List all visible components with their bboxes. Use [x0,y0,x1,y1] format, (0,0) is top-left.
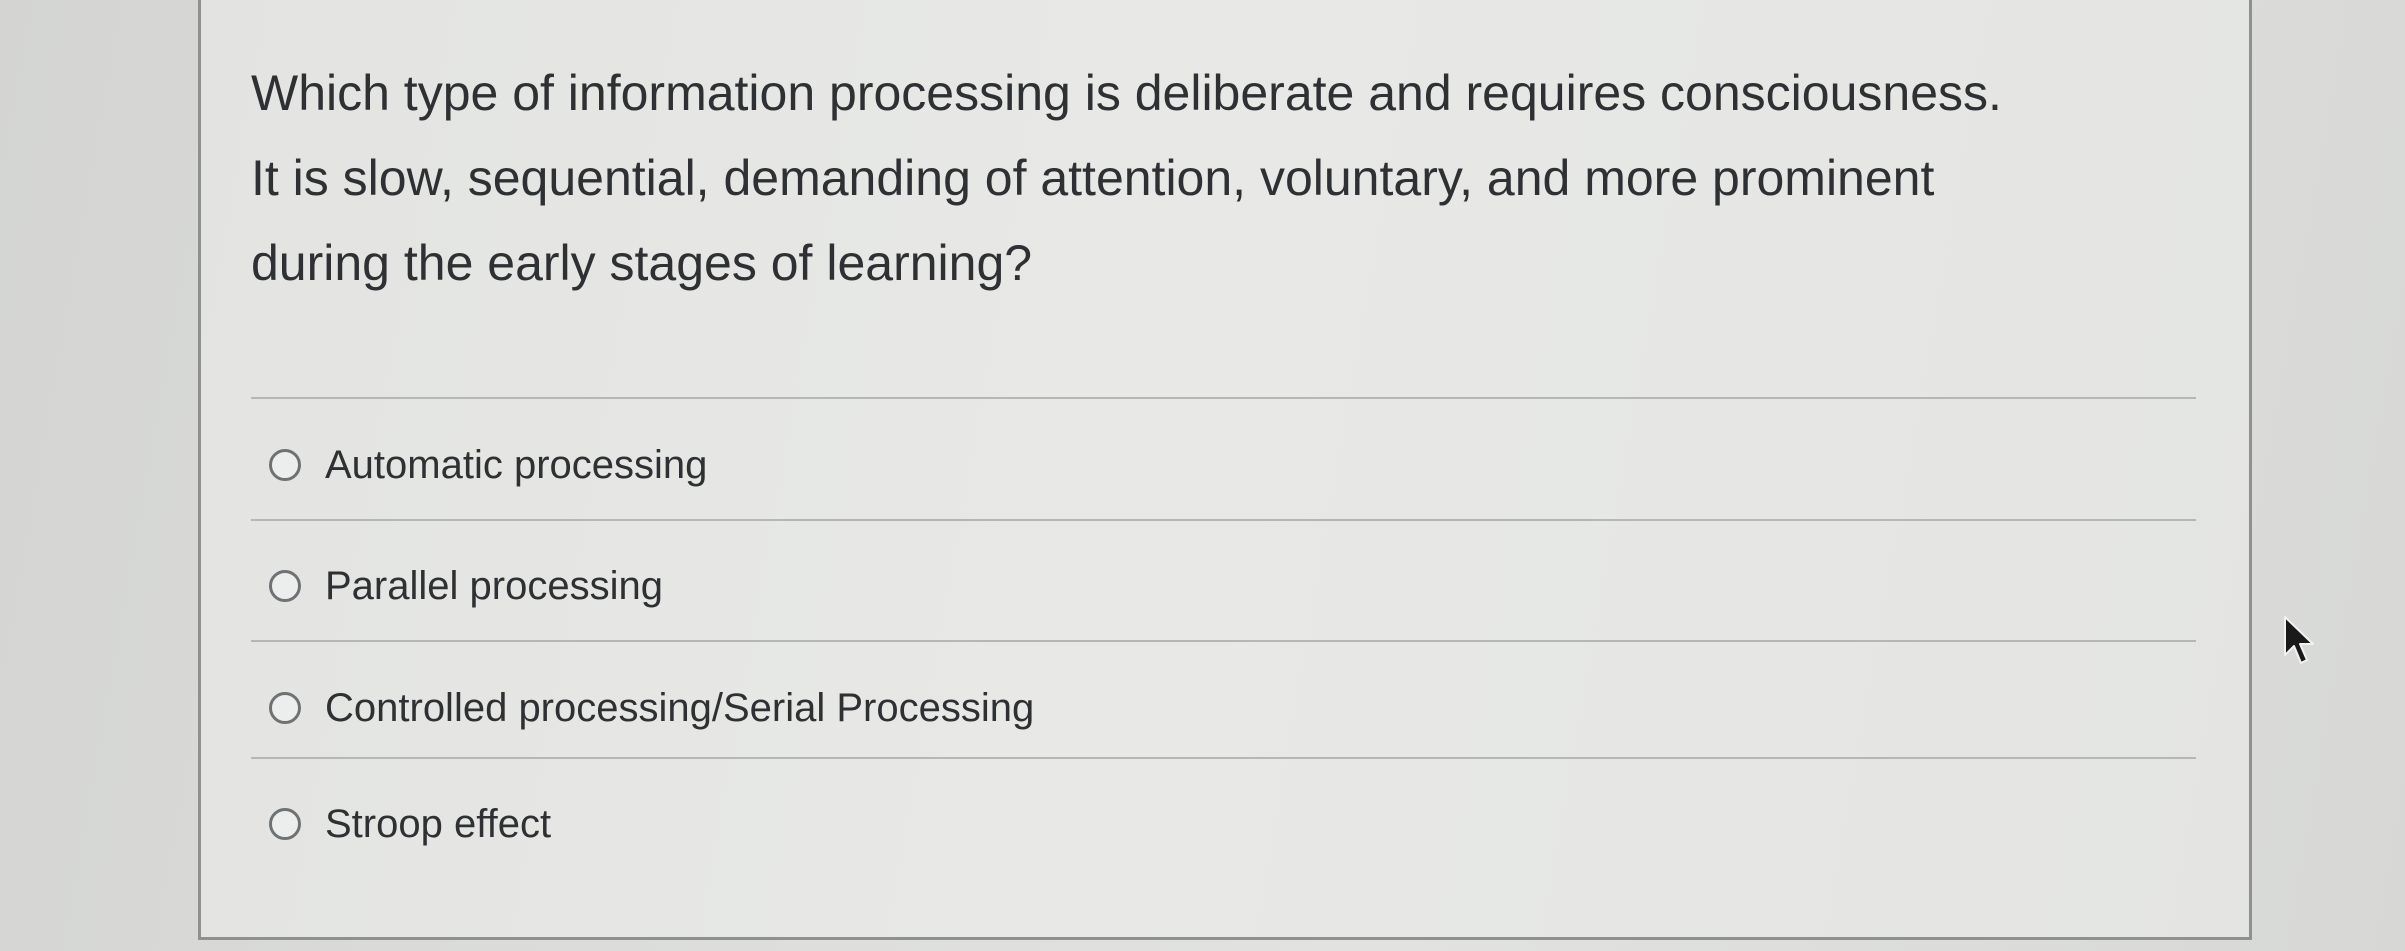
answer-option-parallel-processing[interactable]: Parallel processing [269,556,663,616]
divider [251,397,2196,399]
divider [251,640,2196,642]
option-label: Controlled processing/Serial Processing [325,685,1035,730]
option-label: Automatic processing [325,442,708,487]
mouse-pointer-icon [2284,616,2314,664]
option-label: Stroop effect [325,801,552,846]
divider [251,757,2196,759]
divider [251,519,2196,521]
answer-option-stroop-effect[interactable]: Stroop effect [269,794,551,854]
answer-option-controlled-processing[interactable]: Controlled processing/Serial Processing [269,678,1034,738]
radio-button-icon[interactable] [269,808,301,840]
radio-button-icon[interactable] [269,449,301,481]
option-label: Parallel processing [325,563,663,608]
radio-button-icon[interactable] [269,570,301,602]
question-card: Which type of information processing is … [198,0,2252,940]
answer-option-automatic-processing[interactable]: Automatic processing [269,435,707,495]
radio-button-icon[interactable] [269,692,301,724]
question-text: Which type of information processing is … [251,65,2002,291]
